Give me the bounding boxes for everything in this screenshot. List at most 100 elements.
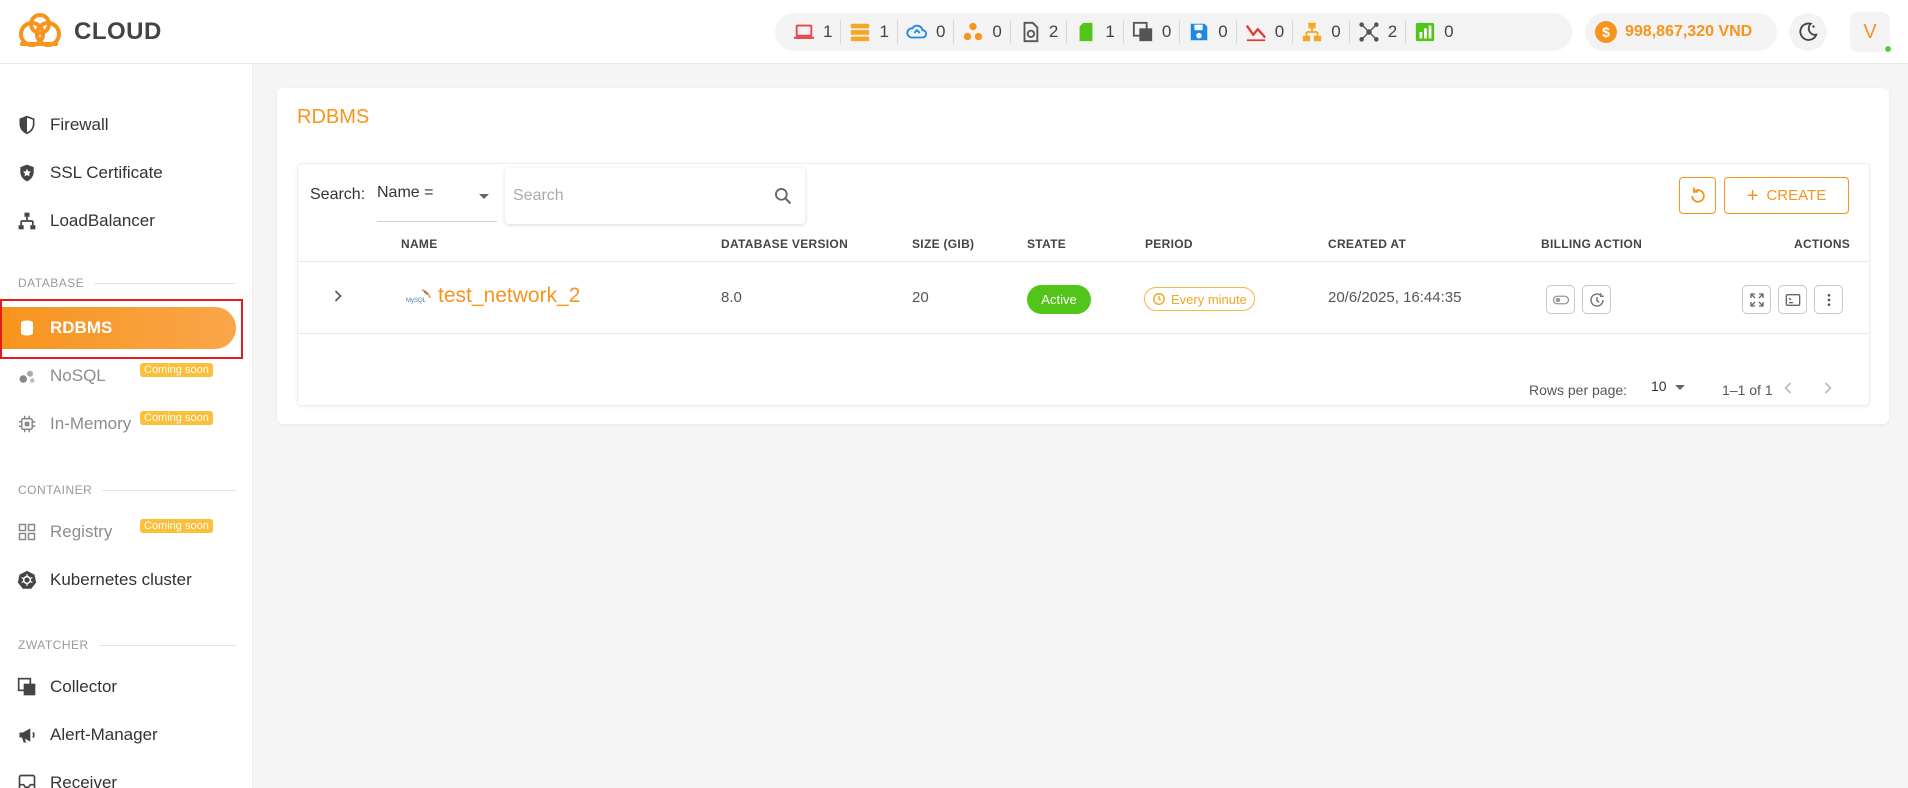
sidebar-item-collector[interactable]: Collector [0, 666, 236, 708]
selection-highlight [0, 299, 243, 359]
moon-icon [1799, 22, 1818, 41]
refresh-button[interactable] [1679, 177, 1716, 214]
row-version: 8.0 [721, 289, 742, 306]
counter-bar-chart[interactable]: 0 [1406, 20, 1461, 44]
sidebar-item-label: SSL Certificate [50, 163, 163, 182]
sidebar-item-alert-manager[interactable]: Alert-Manager [0, 714, 236, 756]
receiver-icon [16, 772, 38, 788]
counter-nodes[interactable]: 2 [1350, 20, 1407, 44]
section-zwatcher: ZWATCHER [18, 638, 236, 652]
refresh-icon [1690, 187, 1705, 203]
counter-floppy-disk[interactable]: 0 [1180, 20, 1237, 44]
coming-soon-badge: Coming soon [140, 519, 213, 533]
theme-toggle-button[interactable] [1789, 13, 1827, 51]
rows-per-page-select[interactable]: 10 [1651, 378, 1687, 400]
period-badge: Every minute [1144, 287, 1255, 311]
mysql-logo-icon: MySQL [406, 288, 434, 311]
table-row[interactable]: MySQL test_network_2 8.0 20 Active Every… [298, 262, 1869, 334]
section-divider [94, 282, 236, 284]
rdbms-card: RDBMS Search: Name = + CREATE NAME DATAB… [277, 88, 1889, 424]
row-created-at: 20/6/2025, 16:44:35 [1328, 289, 1462, 306]
coin-icon: $ [1595, 21, 1617, 43]
billing-toggle-button[interactable] [1546, 285, 1575, 314]
sidebar-item-label: Collector [50, 677, 118, 696]
sidebar-item-label: In-Memory [50, 414, 132, 433]
sd-card-icon [1079, 22, 1093, 42]
previous-page-button[interactable] [1778, 378, 1798, 403]
create-button[interactable]: + CREATE [1724, 177, 1849, 214]
counter-network-tree[interactable]: 0 [1293, 20, 1350, 44]
sidebar-item-firewall[interactable]: Firewall [0, 104, 236, 146]
laptop-icon [793, 24, 815, 39]
counter-value: 1 [823, 22, 833, 41]
sidebar-item-receiver[interactable]: Receiver [0, 762, 236, 788]
chevron-right-icon [1824, 382, 1832, 394]
megaphone-icon [16, 724, 38, 746]
counter-value: 0 [1444, 22, 1454, 41]
section-title: DATABASE [18, 276, 85, 290]
console-button[interactable] [1778, 285, 1807, 314]
avatar[interactable]: V [1850, 12, 1893, 54]
counter-line-chart[interactable]: 0 [1237, 20, 1294, 44]
sidebar-item-loadbalancer[interactable]: LoadBalancer [0, 200, 236, 242]
search-box [505, 168, 805, 224]
collector-icon [16, 676, 38, 698]
counter-value: 2 [1387, 22, 1398, 41]
counter-cloud-sync[interactable]: 0 [898, 20, 955, 44]
more-vertical-icon [1827, 293, 1830, 306]
top-bar: CLOUD 1 1 0 0 2 1 0 0 0 0 2 0 $ 998,867,… [0, 0, 1908, 64]
copy-icon [1132, 21, 1152, 42]
clock-icon [1153, 293, 1165, 305]
counter-cluster[interactable]: 0 [954, 20, 1011, 44]
counter-value: 0 [1218, 22, 1228, 41]
cloud-logo-icon [19, 13, 61, 47]
search-icon[interactable] [773, 186, 793, 211]
counter-value: 0 [1331, 22, 1341, 41]
online-status-dot [1883, 44, 1893, 54]
counter-value: 1 [879, 22, 889, 41]
column-header-actions: ACTIONS [1794, 237, 1851, 251]
chevron-right-icon[interactable] [328, 286, 348, 311]
status-badge: Active [1027, 285, 1091, 314]
coming-soon-badge: Coming soon [140, 411, 213, 425]
counter-sd-card[interactable]: 1 [1067, 20, 1124, 44]
column-header-state: STATE [1027, 237, 1067, 251]
row-name-link[interactable]: test_network_2 [438, 284, 580, 308]
sidebar-item-label: LoadBalancer [50, 211, 155, 230]
snapshot-icon [1023, 21, 1039, 43]
nosql-icon [16, 365, 38, 387]
chevron-left-icon [1784, 382, 1792, 394]
search-field-select[interactable]: Name = [377, 170, 497, 222]
counter-value: 2 [1048, 22, 1059, 41]
section-database: DATABASE [18, 276, 236, 290]
sidebar-item-ssl-certificate[interactable]: SSL Certificate [0, 152, 236, 194]
page-title: RDBMS [297, 106, 370, 128]
counter-value: 0 [1274, 22, 1285, 41]
balance-pill[interactable]: $ 998,867,320 VND [1585, 13, 1777, 51]
column-header-period: PERIOD [1145, 237, 1193, 251]
sidebar-item-kubernetes-cluster[interactable]: Kubernetes cluster [0, 559, 236, 601]
section-title: CONTAINER [18, 483, 93, 497]
section-title: ZWATCHER [18, 638, 89, 652]
grid-icon [16, 521, 38, 543]
counter-snapshot[interactable]: 2 [1011, 20, 1068, 44]
resize-button[interactable] [1742, 285, 1771, 314]
section-divider [98, 644, 236, 646]
balance-amount: 998,867,320 VND [1625, 23, 1753, 40]
nodes-icon [1359, 22, 1379, 42]
avatar-initial: V [1863, 20, 1877, 43]
caret-down-icon [479, 194, 489, 199]
next-page-button[interactable] [1818, 378, 1838, 403]
caret-down-icon [1675, 385, 1685, 390]
search-input[interactable] [513, 182, 753, 210]
billing-renew-button[interactable] [1582, 285, 1611, 314]
floppy-disk-icon [1191, 23, 1208, 41]
sidebar: Firewall SSL Certificate LoadBalancer DA… [0, 64, 253, 788]
counter-server[interactable]: 1 [841, 20, 898, 44]
more-actions-button[interactable] [1814, 285, 1843, 314]
logo[interactable]: CLOUD [16, 12, 162, 52]
counter-copy[interactable]: 0 [1124, 20, 1181, 44]
counter-laptop[interactable]: 1 [785, 20, 842, 44]
line-chart-icon [1245, 24, 1266, 42]
resource-counters: 1 1 0 0 2 1 0 0 0 0 2 0 [775, 13, 1572, 51]
